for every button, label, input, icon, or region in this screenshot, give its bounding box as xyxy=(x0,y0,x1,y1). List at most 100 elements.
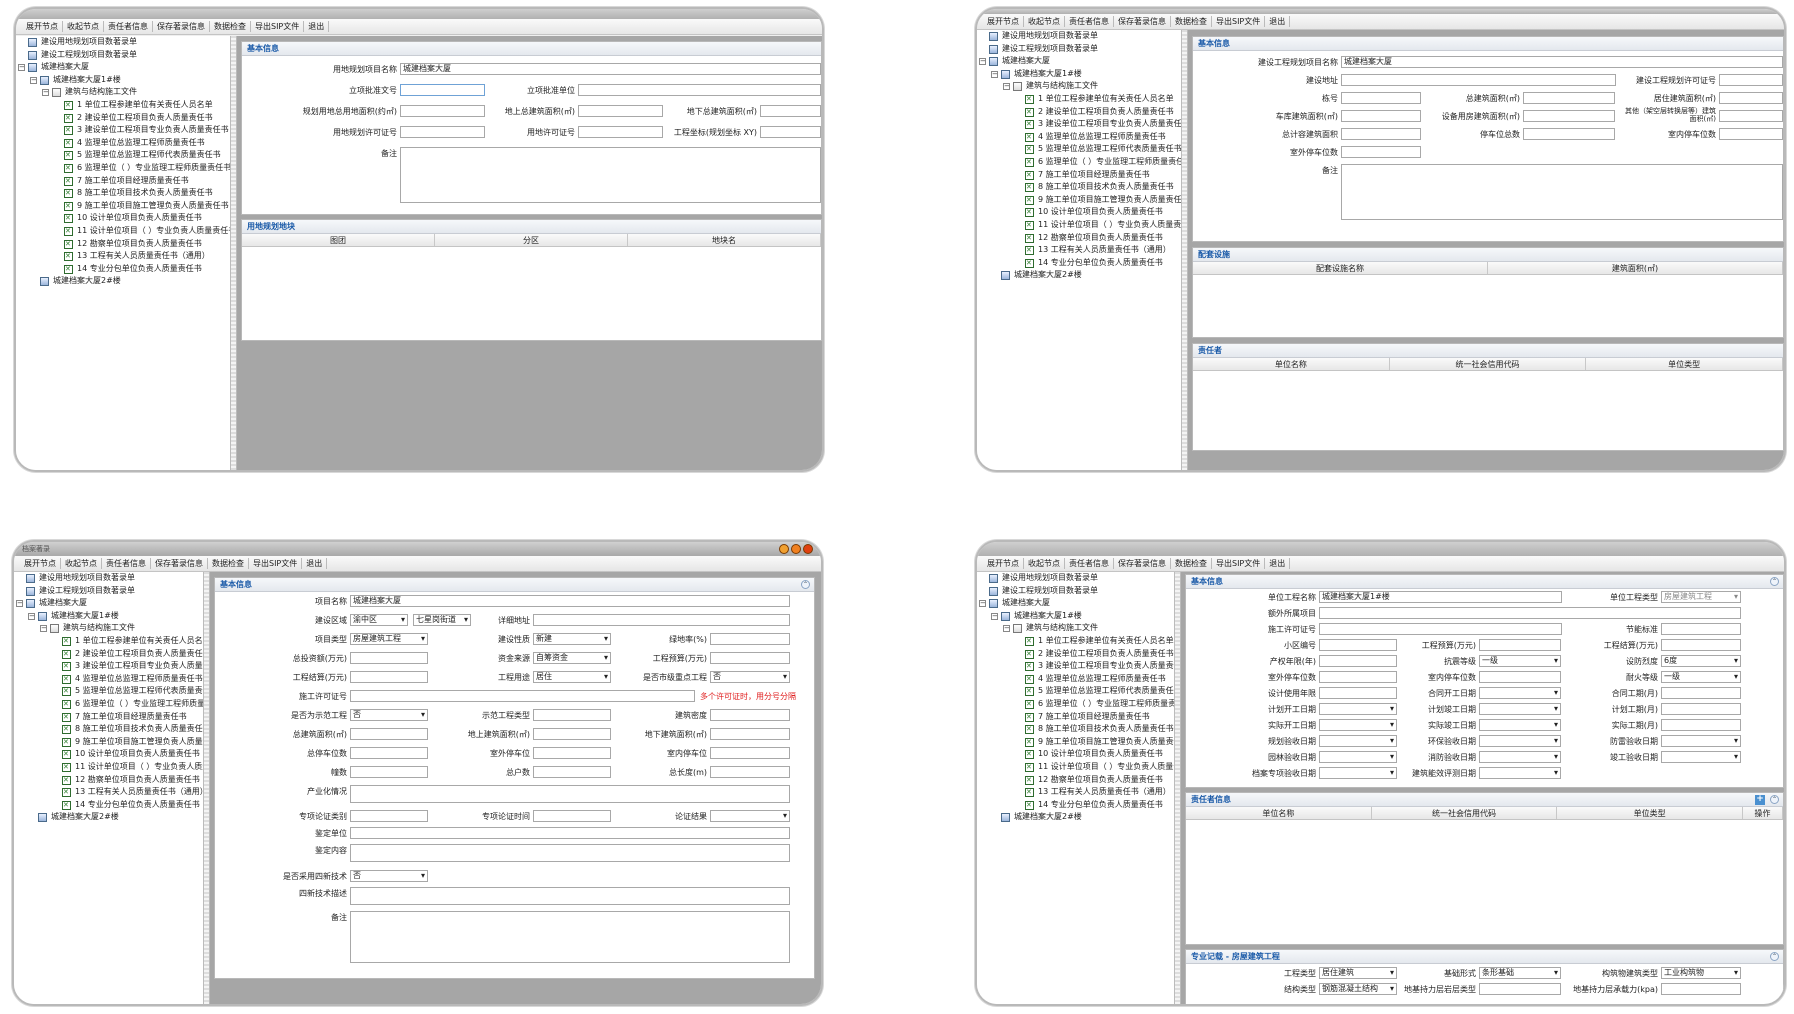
complete-accept-date[interactable] xyxy=(1661,751,1741,763)
struct-type-select[interactable]: 工业构筑物 xyxy=(1661,967,1741,979)
tree-item-doc[interactable]: 5 监理单位总监理工程师代表质量责任书 xyxy=(977,685,1174,698)
tree-item-doc[interactable]: 6 监理单位（ ）专业监理工程师质量责任书 xyxy=(14,698,203,711)
tree-item-doc[interactable]: 1 单位工程参建单位有关责任人员名单 xyxy=(977,635,1174,648)
tree-item-land-planning[interactable]: 建设用地规划项目数著录单 xyxy=(14,572,203,585)
menu-save-record[interactable]: 保存著录信息 xyxy=(1114,558,1171,569)
fortify-select[interactable]: 6度 xyxy=(1661,655,1741,667)
tree-item-doc[interactable]: 8 施工单位项目技术负责人质量责任书 xyxy=(977,723,1174,736)
expand-toggle-icon[interactable]: − xyxy=(1003,83,1010,91)
remark-textarea[interactable] xyxy=(400,147,821,203)
tree-item-doc[interactable]: 8 施工单位项目技术负责人质量责任书 xyxy=(16,187,230,200)
collapse-icon[interactable]: ⌃ xyxy=(801,580,810,589)
approval-no-input[interactable] xyxy=(400,84,485,96)
menu-save-record[interactable]: 保存著录信息 xyxy=(151,558,208,569)
tree-item-doc[interactable]: 2 建设单位工程项目负责人质量责任书 xyxy=(16,112,230,124)
permit-input[interactable] xyxy=(400,126,485,138)
collapse-icon[interactable]: ⌃ xyxy=(1770,952,1779,961)
review-time-input[interactable] xyxy=(533,810,611,822)
facility-col-area[interactable]: 建筑面积(㎡) xyxy=(1488,262,1783,274)
tree-item-doc[interactable]: 9 施工单位项目施工管理负责人质量责任书 xyxy=(14,736,203,748)
menu-exit[interactable]: 退出 xyxy=(1265,558,1291,569)
garden-accept-date[interactable] xyxy=(1319,751,1397,763)
tree-item-doc[interactable]: 3 建设单位工程项目专业负责人质量责任书 xyxy=(16,124,230,137)
demo-select[interactable]: 否 xyxy=(350,709,428,721)
review-result-select[interactable] xyxy=(710,810,790,822)
tree-item-structure-folder[interactable]: − 建筑与结构施工文件 xyxy=(14,622,203,635)
out-park-input[interactable] xyxy=(1319,671,1397,683)
plot-col-name[interactable]: 地块名 xyxy=(628,234,821,246)
tree-item-doc[interactable]: 14 专业分包单位负责人质量责任书 xyxy=(16,263,230,275)
remark-textarea[interactable] xyxy=(1341,164,1783,220)
tree-item-structure-folder[interactable]: − 建筑与结构施工文件 xyxy=(16,86,230,99)
under-area-input[interactable] xyxy=(710,728,790,740)
collapse-icon[interactable]: ⌃ xyxy=(1770,577,1779,586)
tree-item-land-planning[interactable]: 建设用地规划项目数著录单 xyxy=(977,572,1174,585)
collapse-icon[interactable]: ⌃ xyxy=(1770,795,1779,804)
res-area-input[interactable] xyxy=(1719,92,1783,104)
demo-type-input[interactable] xyxy=(533,709,611,721)
foundation-select[interactable]: 条形基础 xyxy=(1479,967,1561,979)
outdoor-parking-input[interactable] xyxy=(1341,146,1421,158)
tree-item-doc[interactable]: 10 设计单位项目负责人质量责任书 xyxy=(977,748,1174,761)
community-input[interactable] xyxy=(1319,639,1397,651)
green-input[interactable] xyxy=(710,633,790,645)
tree-item-doc[interactable]: 6 监理单位（ ）专业监理工程师质量责任书 xyxy=(16,162,230,175)
menu-expand-nodes[interactable]: 展开节点 xyxy=(20,558,61,569)
under-area-input[interactable] xyxy=(760,105,821,117)
appraise-unit-input[interactable] xyxy=(350,827,790,839)
tree-item-doc[interactable]: 7 施工单位项目经理质量责任书 xyxy=(977,711,1174,723)
tree-item-doc[interactable]: 11 设计单位项目（ ）专业负责人质量责任书 xyxy=(16,225,230,238)
menu-collapse-nodes[interactable]: 收起节点 xyxy=(61,558,102,569)
tree-item-structure-folder[interactable]: − 建筑与结构施工文件 xyxy=(977,80,1181,93)
menu-export-sip[interactable]: 导出SIP文件 xyxy=(251,21,305,32)
length-input[interactable] xyxy=(710,766,790,778)
key-proj-select[interactable]: 否 xyxy=(710,671,790,683)
nature-select[interactable]: 新建 xyxy=(533,633,611,645)
settle-input[interactable] xyxy=(1661,639,1741,651)
menu-collapse-nodes[interactable]: 收起节点 xyxy=(1024,558,1065,569)
tree-item-doc[interactable]: 6 监理单位（ ）专业监理工程师质量责任书 xyxy=(977,698,1174,711)
expand-toggle-icon[interactable]: − xyxy=(991,612,998,620)
eng-type-select[interactable]: 居住建筑 xyxy=(1319,967,1397,979)
tree-item-doc[interactable]: 5 监理单位总监理工程师代表质量责任书 xyxy=(977,143,1181,156)
usage-select[interactable]: 居住 xyxy=(533,671,611,683)
tree-item-building-1[interactable]: − 城建档案大厦1#楼 xyxy=(16,74,230,87)
menu-export-sip[interactable]: 导出SIP文件 xyxy=(1212,16,1266,27)
new-tech-select[interactable]: 否 xyxy=(350,870,428,882)
tree-item-doc[interactable]: 1 单位工程参建单位有关责任人员名单 xyxy=(14,635,203,648)
fire-accept-date[interactable] xyxy=(1479,751,1561,763)
tree-item-structure-folder[interactable]: − 建筑与结构施工文件 xyxy=(977,622,1174,635)
tree-item-doc[interactable]: 2 建设单位工程项目负责人质量责任书 xyxy=(14,648,203,660)
tree-item-doc[interactable]: 14 专业分包单位负责人质量责任书 xyxy=(14,799,203,811)
above-area-input[interactable] xyxy=(533,728,611,740)
tree-item-doc[interactable]: 11 设计单位项目（ ）专业负责人质量责任书 xyxy=(977,219,1181,232)
menu-responsible-info[interactable]: 责任者信息 xyxy=(1065,558,1114,569)
tree-item-land-planning[interactable]: 建设用地规划项目数著录单 xyxy=(16,36,230,49)
resp-col-credit[interactable]: 统一社会信用代码 xyxy=(1390,358,1587,370)
tree-item-doc[interactable]: 4 监理单位总监理工程师质量责任书 xyxy=(14,673,203,685)
plot-col-zone[interactable]: 分区 xyxy=(435,234,628,246)
struct-select[interactable]: 钢筋混凝土结构 xyxy=(1319,983,1397,995)
bldg-input[interactable] xyxy=(350,766,428,778)
tree-item-doc[interactable]: 10 设计单位项目负责人质量责任书 xyxy=(977,206,1181,219)
resp-col-type[interactable]: 单位类型 xyxy=(1557,807,1744,819)
tree-item-building-2[interactable]: 城建档案大厦2#楼 xyxy=(16,275,230,288)
tree-item-doc[interactable]: 6 监理单位（ ）专业监理工程师质量责任书 xyxy=(977,156,1181,169)
tree-item-doc[interactable]: 9 施工单位项目施工管理负责人质量责任书 xyxy=(16,200,230,212)
energy-eval-date[interactable] xyxy=(1479,767,1561,779)
menu-export-sip[interactable]: 导出SIP文件 xyxy=(1212,558,1266,569)
equip-area-input[interactable] xyxy=(1523,110,1615,122)
project-name-input[interactable]: 城建档案大厦 xyxy=(400,63,821,75)
capacity-input[interactable] xyxy=(1341,128,1421,140)
tree-item-doc[interactable]: 10 设计单位项目负责人质量责任书 xyxy=(16,212,230,225)
settle-input[interactable] xyxy=(350,671,428,683)
above-area-input[interactable] xyxy=(578,105,663,117)
expand-toggle-icon[interactable]: − xyxy=(18,64,25,72)
tree-item-doc[interactable]: 2 建设单位工程项目负责人质量责任书 xyxy=(977,648,1174,660)
bearing-force-input[interactable] xyxy=(1661,983,1741,995)
contract-days-input[interactable] xyxy=(1661,687,1741,699)
total-area-input[interactable] xyxy=(350,728,428,740)
permit-input[interactable] xyxy=(1719,74,1783,86)
menu-responsible-info[interactable]: 责任者信息 xyxy=(104,21,153,32)
other-area-input[interactable] xyxy=(1719,110,1783,122)
